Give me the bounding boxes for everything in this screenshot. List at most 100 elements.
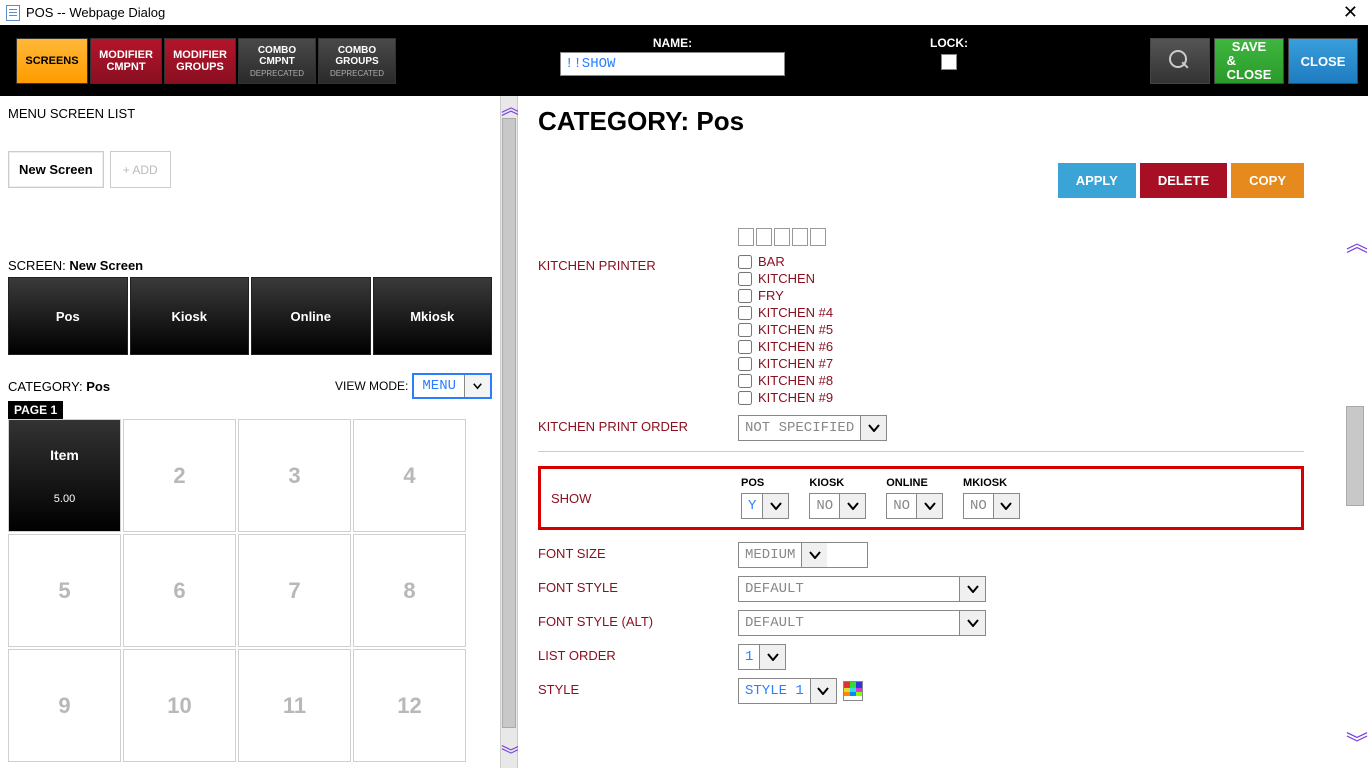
show-col-pos: POS Y xyxy=(741,477,789,519)
item-grid: Item 5.00 2 3 4 5 6 7 8 9 10 11 12 xyxy=(8,419,492,762)
lock-label: LOCK: xyxy=(930,36,968,50)
label-style: STYLE xyxy=(538,678,738,697)
printer-option[interactable]: KITCHEN #8 xyxy=(738,373,1304,388)
grid-cell[interactable]: 5 xyxy=(8,534,121,647)
grid-cell[interactable]: 6 xyxy=(123,534,236,647)
printer-option[interactable]: KITCHEN #6 xyxy=(738,339,1304,354)
copy-button[interactable]: COPY xyxy=(1231,163,1304,198)
list-order-select[interactable]: 1 xyxy=(738,644,786,670)
checkbox[interactable] xyxy=(738,255,752,269)
style-palette-icon[interactable] xyxy=(843,681,863,701)
grid-cell[interactable]: 12 xyxy=(353,649,466,762)
box[interactable] xyxy=(792,228,808,246)
scroll-down-icon[interactable]: ︾ xyxy=(1346,726,1368,758)
grid-cell[interactable]: 2 xyxy=(123,419,236,532)
chevron-down-icon xyxy=(993,494,1019,518)
left-scrollbar[interactable]: ︽ ︾ xyxy=(500,96,518,768)
grid-cell-item[interactable]: Item 5.00 xyxy=(8,419,121,532)
printer-option[interactable]: KITCHEN #4 xyxy=(738,305,1304,320)
show-header: KIOSK xyxy=(809,477,844,489)
tab-combo-groups[interactable]: COMBOGROUPSDEPRECATED xyxy=(318,38,396,84)
tab-modifier-cmpnt[interactable]: MODIFIERCMPNT xyxy=(90,38,162,84)
checkbox[interactable] xyxy=(738,340,752,354)
checkbox[interactable] xyxy=(738,391,752,405)
action-row: APPLY DELETE COPY xyxy=(538,163,1304,198)
scroll-thumb[interactable] xyxy=(1346,406,1364,506)
tab-screens[interactable]: SCREENS xyxy=(16,38,88,84)
style-select[interactable]: STYLE 1 xyxy=(738,678,837,704)
show-grid: POS Y KIOSK NO ONLINE NO MKIOSK NO xyxy=(741,477,1020,519)
name-input[interactable] xyxy=(560,52,785,76)
kitchen-print-order-select[interactable]: NOT SPECIFIED xyxy=(738,415,887,441)
grid-cell[interactable]: 11 xyxy=(238,649,351,762)
show-highlight-frame: SHOW POS Y KIOSK NO ONLINE NO xyxy=(538,466,1304,530)
close-button[interactable]: CLOSE xyxy=(1288,38,1358,84)
grid-cell[interactable]: 7 xyxy=(238,534,351,647)
grid-cell[interactable]: 8 xyxy=(353,534,466,647)
label-list-order: LIST ORDER xyxy=(538,644,738,663)
lock-checkbox[interactable] xyxy=(941,54,957,70)
show-pos-select[interactable]: Y xyxy=(741,493,789,519)
scroll-up-icon[interactable]: ︽ xyxy=(1346,226,1368,258)
category-tab-online[interactable]: Online xyxy=(251,277,371,355)
view-mode-select[interactable]: MENU xyxy=(412,373,492,399)
grid-cell[interactable]: 4 xyxy=(353,419,466,532)
scroll-down-icon[interactable]: ︾ xyxy=(501,746,517,766)
box[interactable] xyxy=(738,228,754,246)
add-screen-button[interactable]: + ADD xyxy=(110,151,171,188)
row-kitchen-print-order: KITCHEN PRINT ORDER NOT SPECIFIED xyxy=(538,415,1304,441)
save-close-button[interactable]: SAVE& CLOSE xyxy=(1214,38,1284,84)
chevron-down-icon xyxy=(810,679,836,703)
font-style-select[interactable]: DEFAULT xyxy=(738,576,986,602)
chevron-down-icon xyxy=(762,494,788,518)
right-panel: CATEGORY: Pos APPLY DELETE COPY KITCHEN … xyxy=(518,96,1344,768)
checkbox[interactable] xyxy=(738,289,752,303)
printer-option[interactable]: BAR xyxy=(738,254,1304,269)
grid-cell[interactable]: 9 xyxy=(8,649,121,762)
show-online-select[interactable]: NO xyxy=(886,493,943,519)
box[interactable] xyxy=(810,228,826,246)
printer-option[interactable]: KITCHEN xyxy=(738,271,1304,286)
font-style-alt-select[interactable]: DEFAULT xyxy=(738,610,986,636)
scroll-thumb[interactable] xyxy=(502,118,516,728)
scroll-up-icon[interactable]: ︽ xyxy=(501,98,517,118)
category-tab-mkiosk[interactable]: Mkiosk xyxy=(373,277,493,355)
printer-option[interactable]: FRY xyxy=(738,288,1304,303)
apply-button[interactable]: APPLY xyxy=(1058,163,1136,198)
tab-modifier-groups[interactable]: MODIFIERGROUPS xyxy=(164,38,236,84)
top-tab-group: SCREENS MODIFIERCMPNT MODIFIERGROUPS COM… xyxy=(16,38,398,84)
printer-option[interactable]: KITCHEN #9 xyxy=(738,390,1304,405)
printer-option[interactable]: KITCHEN #5 xyxy=(738,322,1304,337)
grid-cell[interactable]: 3 xyxy=(238,419,351,532)
printer-option[interactable]: KITCHEN #7 xyxy=(738,356,1304,371)
box[interactable] xyxy=(774,228,790,246)
checkbox[interactable] xyxy=(738,374,752,388)
grid-cell[interactable]: 10 xyxy=(123,649,236,762)
show-header: POS xyxy=(741,477,764,489)
show-kiosk-select[interactable]: NO xyxy=(809,493,866,519)
font-size-select[interactable]: MEDIUM xyxy=(738,542,868,568)
box[interactable] xyxy=(756,228,772,246)
search-button[interactable] xyxy=(1150,38,1210,84)
new-screen-button[interactable]: New Screen xyxy=(8,151,104,188)
category-tab-kiosk[interactable]: Kiosk xyxy=(130,277,250,355)
row-style: STYLE STYLE 1 xyxy=(538,678,1304,704)
category-line: CATEGORY: Pos VIEW MODE: MENU xyxy=(8,373,492,399)
kitchen-printer-list: BAR KITCHEN FRY KITCHEN #4 KITCHEN #5 KI… xyxy=(738,254,1304,407)
checkbox[interactable] xyxy=(738,357,752,371)
view-mode-label: VIEW MODE: xyxy=(335,379,408,393)
delete-button[interactable]: DELETE xyxy=(1140,163,1227,198)
tab-combo-cmpnt[interactable]: COMBOCMPNTDEPRECATED xyxy=(238,38,316,84)
right-scrollbar[interactable]: ︽ ︾ xyxy=(1344,96,1368,768)
checkbox[interactable] xyxy=(738,306,752,320)
checkbox[interactable] xyxy=(738,272,752,286)
chevron-down-icon xyxy=(860,416,886,440)
category-tab-pos[interactable]: Pos xyxy=(8,277,128,355)
menu-screen-list-heading: MENU SCREEN LIST xyxy=(8,106,492,121)
checkbox[interactable] xyxy=(738,323,752,337)
label-font-size: FONT SIZE xyxy=(538,542,738,561)
window-close-icon[interactable]: ✕ xyxy=(1339,2,1362,23)
magnify-icon xyxy=(1169,50,1191,72)
select-value: NOT SPECIFIED xyxy=(739,420,860,436)
show-mkiosk-select[interactable]: NO xyxy=(963,493,1020,519)
